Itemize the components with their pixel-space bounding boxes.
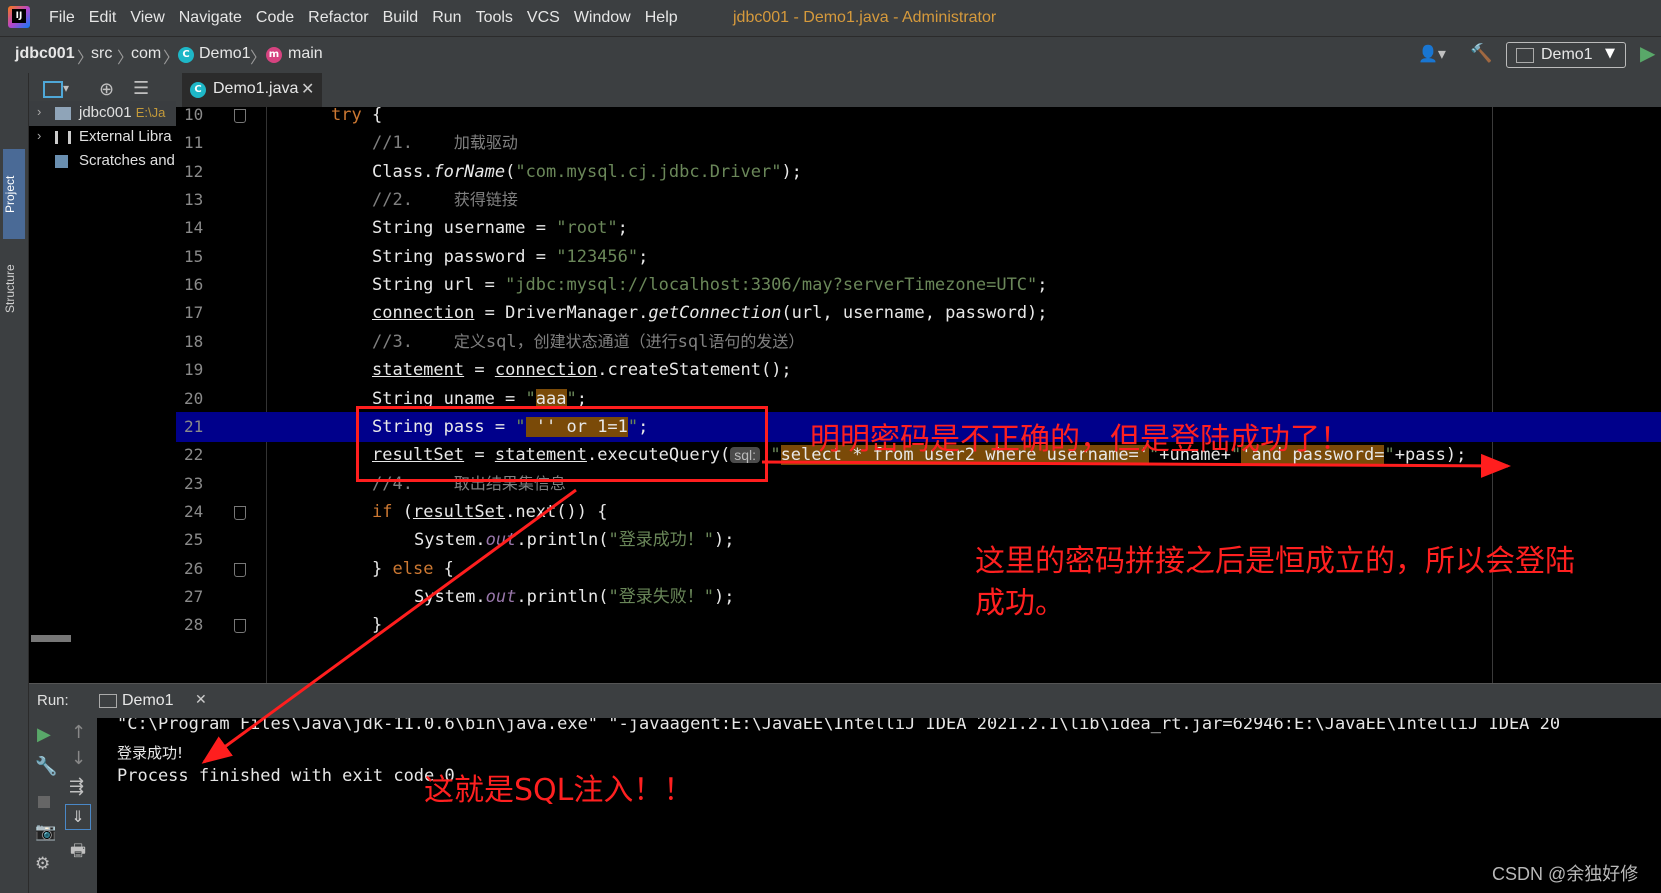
annotation-sql-injection: 这就是SQL注入！！ <box>424 773 694 808</box>
annotation-always-true-cont: 成功。 <box>975 586 1065 621</box>
arrow-to-console <box>201 488 577 764</box>
annotation-always-true: 这里的密码拼接之后是恒成立的，所以会登陆 <box>975 544 1575 579</box>
watermark: CSDN @余独好修 <box>1492 864 1639 884</box>
annotation-wrong-password: 明明密码是不正确的，但是登陆成功了！ <box>810 422 1350 457</box>
arrow-to-annotation <box>761 453 1511 478</box>
